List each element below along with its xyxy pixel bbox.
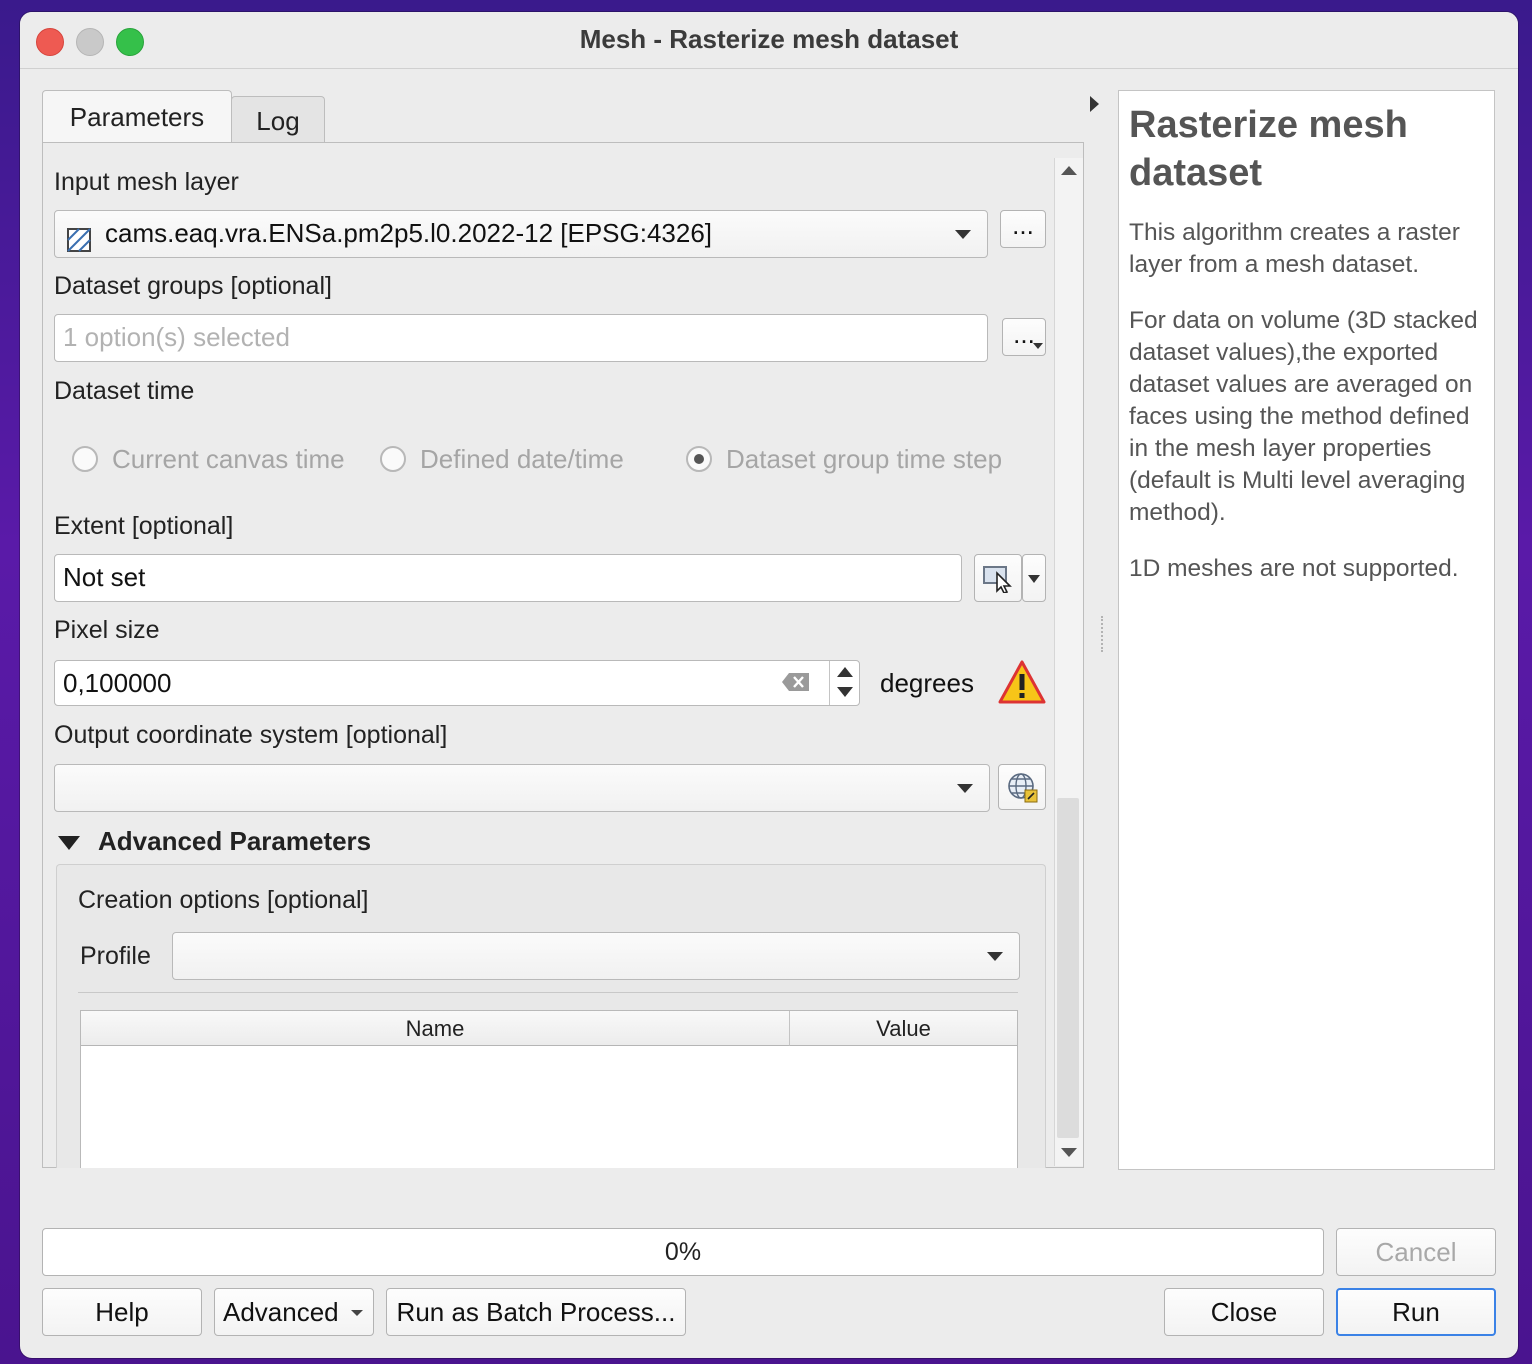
help-panel: Rasterize mesh dataset This algorithm cr… — [1118, 90, 1495, 1170]
clear-icon[interactable] — [781, 671, 811, 693]
dataset-time-label: Dataset time — [54, 377, 195, 405]
profile-combo[interactable] — [172, 932, 1020, 980]
close-button[interactable]: Close — [1164, 1288, 1324, 1336]
column-header-name[interactable]: Name — [81, 1011, 790, 1046]
dialog-window: Mesh - Rasterize mesh dataset Parameters… — [20, 12, 1518, 1358]
scrollbar[interactable] — [1054, 158, 1083, 1166]
pixel-size-label: Pixel size — [54, 616, 160, 644]
advanced-button-label: Advanced — [223, 1297, 339, 1327]
radio-defined-date-time[interactable] — [380, 446, 406, 472]
globe-icon — [1008, 773, 1038, 803]
progress-label: 0% — [664, 1238, 702, 1266]
radio-current-canvas-time-label: Current canvas time — [112, 444, 345, 474]
dataset-groups-browse-label: ... — [1013, 319, 1035, 349]
input-mesh-layer-browse-button[interactable]: ... — [1000, 210, 1046, 248]
creation-options-table[interactable]: Name Value — [80, 1010, 1018, 1168]
dataset-groups-browse-button[interactable]: ... — [1002, 318, 1046, 356]
pixel-size-value: 0,100000 — [63, 668, 172, 698]
advanced-parameters-header[interactable]: Advanced Parameters — [98, 826, 371, 857]
splitter-handle[interactable] — [1101, 616, 1105, 652]
help-paragraph: This algorithm creates a raster layer fr… — [1129, 219, 1460, 278]
creation-options-label: Creation options [optional] — [78, 886, 369, 914]
map-cursor-icon — [983, 566, 1012, 593]
extent-label: Extent [optional] — [54, 512, 234, 540]
progress-bar: 0% — [42, 1228, 1324, 1276]
tab-parameters-label: Parameters — [69, 102, 205, 132]
chevron-down-icon — [957, 784, 973, 793]
radio-selected-dot — [694, 454, 704, 464]
input-mesh-layer-label: Input mesh layer — [54, 168, 239, 196]
help-title: Rasterize mesh dataset — [1129, 104, 1408, 194]
spin-down-icon[interactable] — [837, 687, 853, 697]
dropdown-arrow-icon — [1033, 343, 1043, 349]
title-bar: Mesh - Rasterize mesh dataset — [20, 12, 1518, 69]
run-button[interactable]: Run — [1336, 1288, 1496, 1336]
input-mesh-layer-value: cams.eaq.vra.ENSa.pm2p5.l0.2022-12 [EPSG… — [105, 218, 713, 248]
spin-up-icon[interactable] — [837, 667, 853, 677]
help-button[interactable]: Help — [42, 1288, 202, 1336]
chevron-down-icon — [987, 952, 1003, 961]
dataset-groups-label: Dataset groups [optional] — [54, 272, 332, 300]
extent-menu-button[interactable] — [1022, 554, 1046, 602]
chevron-down-icon — [1028, 575, 1040, 583]
radio-current-canvas-time[interactable] — [72, 446, 98, 472]
radio-dataset-group-time-step-label: Dataset group time step — [726, 444, 1003, 474]
extent-select-button[interactable] — [974, 554, 1022, 602]
select-crs-button[interactable] — [998, 764, 1046, 810]
pixel-size-spinbox[interactable]: 0,100000 — [54, 660, 860, 706]
output-crs-combo[interactable] — [54, 764, 990, 812]
scrollbar-thumb[interactable] — [1057, 798, 1079, 1138]
scroll-up-icon[interactable] — [1061, 166, 1077, 175]
chevron-down-icon — [955, 230, 971, 239]
tab-log-label: Log — [256, 106, 300, 136]
help-paragraph: For data on volume (3D stacked dataset v… — [1129, 307, 1478, 526]
warning-icon — [998, 660, 1046, 704]
radio-dataset-group-time-step[interactable] — [686, 446, 712, 472]
collapse-triangle-icon[interactable] — [58, 836, 80, 850]
divider — [78, 992, 1018, 993]
pixel-size-unit: degrees — [880, 668, 974, 698]
radio-defined-date-time-label: Defined date/time — [420, 444, 624, 474]
extent-field[interactable]: Not set — [54, 554, 962, 602]
profile-label: Profile — [80, 942, 151, 970]
output-crs-label: Output coordinate system [optional] — [54, 721, 448, 749]
tab-log[interactable]: Log — [231, 96, 325, 143]
window-title: Mesh - Rasterize mesh dataset — [579, 24, 959, 54]
tab-parameters[interactable]: Parameters — [42, 90, 232, 143]
mesh-layer-icon — [67, 221, 91, 252]
cancel-button[interactable]: Cancel — [1336, 1228, 1496, 1276]
scroll-down-icon[interactable] — [1061, 1148, 1077, 1157]
spinbox-divider — [829, 661, 830, 705]
help-paragraph: 1D meshes are not supported. — [1129, 555, 1459, 582]
advanced-menu-button[interactable]: Advanced — [214, 1288, 374, 1336]
dataset-groups-field[interactable]: 1 option(s) selected — [54, 314, 988, 362]
run-as-batch-button[interactable]: Run as Batch Process... — [386, 1288, 686, 1336]
collapse-help-icon[interactable] — [1090, 96, 1099, 112]
column-header-value[interactable]: Value — [790, 1011, 1017, 1046]
input-mesh-layer-combo[interactable]: cams.eaq.vra.ENSa.pm2p5.l0.2022-12 [EPSG… — [54, 210, 988, 258]
chevron-down-icon — [351, 1310, 363, 1316]
